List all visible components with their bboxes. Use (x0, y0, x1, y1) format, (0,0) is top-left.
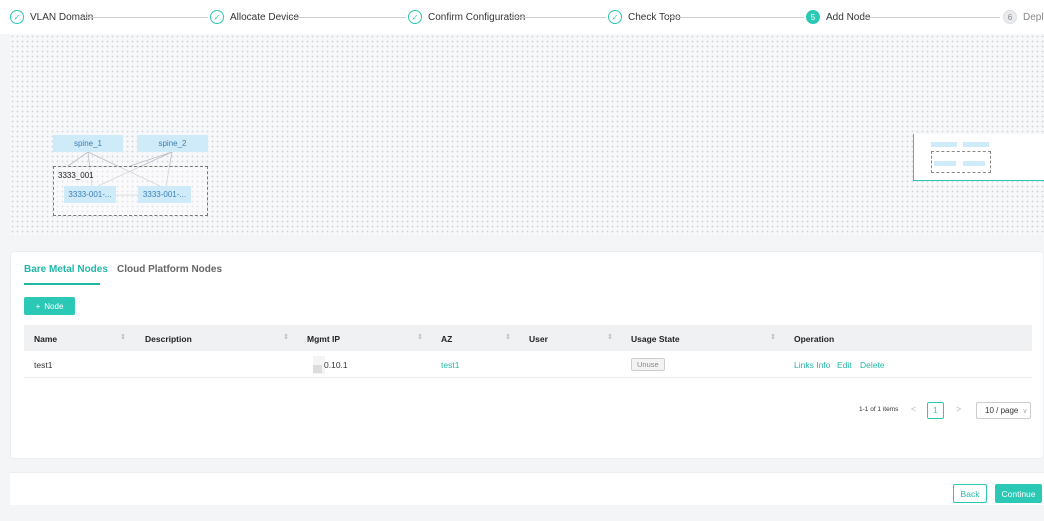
step-label: Allocate Device (230, 11, 299, 23)
cell-name: test1 (34, 360, 53, 370)
step-connector (84, 17, 208, 18)
check-icon: ✓ (10, 10, 24, 24)
check-icon: ✓ (608, 10, 622, 24)
ip-redaction (313, 365, 322, 373)
back-button[interactable]: Back (953, 484, 987, 503)
leaf-group-label: 3333_001 (58, 171, 94, 180)
next-page-icon[interactable]: > (956, 404, 961, 414)
pagination-total: 1-1 of 1 items (859, 406, 899, 413)
sort-icon[interactable]: ⇕ (770, 333, 776, 341)
table-header: Name ⇕ Description ⇕ Mgmt IP ⇕ AZ ⇕ User… (24, 325, 1032, 351)
column-header-operation: Operation (794, 334, 835, 344)
check-icon: ✓ (210, 10, 224, 24)
step-connector (508, 17, 606, 18)
step-allocate-device[interactable]: ✓ Allocate Device (210, 9, 299, 25)
tab-active-indicator (24, 283, 100, 285)
plus-icon: + (35, 301, 41, 311)
add-node-page: ✓ VLAN Domain ✓ Allocate Device ✓ Confir… (0, 0, 1044, 521)
sort-icon[interactable]: ⇕ (607, 333, 613, 341)
continue-button[interactable]: Continue (995, 484, 1042, 503)
cell-mgmt-ip: 0.10.1 (324, 360, 348, 370)
topology-canvas[interactable]: spine_1 spine_2 3333_001 3333-001-... 33… (10, 34, 1044, 236)
tab-bare-metal-nodes[interactable]: Bare Metal Nodes (24, 264, 108, 275)
step-connector (290, 17, 406, 18)
links-info-link[interactable]: Links Info (794, 360, 830, 370)
minimap-node (934, 161, 956, 166)
topology-minimap[interactable] (913, 134, 1044, 181)
step-label: Deplo (1023, 11, 1044, 23)
add-node-button[interactable]: + Node (24, 297, 75, 315)
step-add-node[interactable]: 5 Add Node (806, 9, 870, 25)
sort-icon[interactable]: ⇕ (120, 333, 126, 341)
sort-icon[interactable]: ⇕ (417, 333, 423, 341)
leaf-node[interactable]: 3333-001-... (138, 186, 191, 203)
minimap-node (963, 161, 985, 166)
add-node-label: Node (44, 301, 64, 311)
leaf-node[interactable]: 3333-001-... (64, 186, 116, 203)
page-size-select[interactable]: 10 / page ∨ (976, 402, 1031, 419)
spine-node[interactable]: spine_2 (137, 135, 208, 152)
sort-icon[interactable]: ⇕ (283, 333, 289, 341)
step-connector (862, 17, 1000, 18)
step-number-icon: 6 (1003, 10, 1017, 24)
wizard-steps: ✓ VLAN Domain ✓ Allocate Device ✓ Confir… (0, 0, 1044, 34)
column-header-name[interactable]: Name (34, 334, 57, 344)
check-icon: ✓ (408, 10, 422, 24)
usage-state-badge: Unuse (631, 358, 665, 371)
step-number-icon: 5 (806, 10, 820, 24)
minimap-node (931, 142, 957, 147)
step-deploy[interactable]: 6 Deplo (1003, 9, 1044, 25)
minimap-node (963, 142, 989, 147)
table-row: test1 0.10.1 test1 Unuse Links Info Edit… (24, 351, 1032, 378)
column-header-mgmt-ip[interactable]: Mgmt IP (307, 334, 340, 344)
cell-az-link[interactable]: test1 (441, 360, 459, 370)
step-vlan-domain[interactable]: ✓ VLAN Domain (10, 9, 93, 25)
edit-link[interactable]: Edit (837, 360, 852, 370)
chevron-down-icon: ∨ (1022, 407, 1028, 415)
step-connector (668, 17, 804, 18)
bottom-strip (0, 505, 1044, 521)
column-header-usage-state[interactable]: Usage State (631, 334, 680, 344)
page-size-value: 10 / page (985, 406, 1019, 415)
tab-cloud-platform-nodes[interactable]: Cloud Platform Nodes (117, 264, 222, 275)
delete-link[interactable]: Delete (860, 360, 885, 370)
spine-node[interactable]: spine_1 (53, 135, 123, 152)
prev-page-icon[interactable]: < (911, 404, 916, 414)
column-header-user[interactable]: User (529, 334, 548, 344)
column-header-az[interactable]: AZ (441, 334, 452, 344)
page-number-button[interactable]: 1 (927, 402, 944, 419)
column-header-description[interactable]: Description (145, 334, 192, 344)
sort-icon[interactable]: ⇕ (505, 333, 511, 341)
